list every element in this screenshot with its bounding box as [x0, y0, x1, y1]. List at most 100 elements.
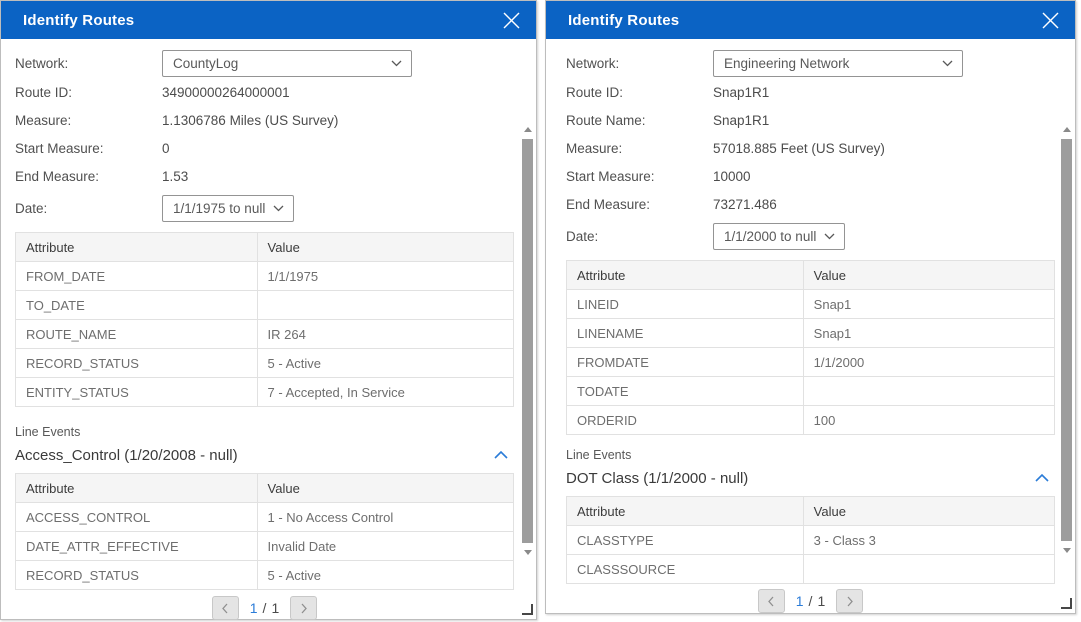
field-label: End Measure:	[15, 169, 162, 184]
attr-cell: CLASSTYPE	[567, 526, 804, 555]
column-header: Value	[803, 497, 1054, 526]
field-value: Snap1R1	[713, 85, 769, 100]
event-group-heading-row[interactable]: Access_Control (1/20/2008 - null)	[15, 444, 514, 466]
event-group-heading: Access_Control (1/20/2008 - null)	[15, 447, 238, 464]
field-label: Route ID:	[566, 85, 713, 100]
chevron-up-icon	[1035, 474, 1049, 482]
value-cell: 1 - No Access Control	[257, 503, 513, 532]
window-header[interactable]: Identify Routes	[1, 1, 536, 39]
chevron-up-icon	[494, 451, 508, 459]
chevron-down-icon	[824, 233, 835, 240]
column-header: Value	[257, 474, 513, 503]
network-select[interactable]: Engineering Network	[713, 50, 963, 77]
scrollbar-up-arrow-icon[interactable]	[524, 127, 532, 132]
scrollbar-thumb[interactable]	[1061, 139, 1072, 541]
next-page-button[interactable]	[836, 589, 863, 613]
collapse-toggle[interactable]	[1035, 474, 1049, 482]
value-cell: 7 - Accepted, In Service	[257, 378, 513, 407]
scrollbar-thumb[interactable]	[522, 139, 533, 543]
column-header: Attribute	[16, 233, 258, 262]
chevron-left-icon	[221, 603, 229, 614]
close-button[interactable]	[501, 10, 521, 30]
attr-cell: ORDERID	[567, 406, 804, 435]
table-row: ENTITY_STATUS 7 - Accepted, In Service	[16, 378, 514, 407]
total-pages: 1	[817, 593, 825, 609]
table-row: LINENAME Snap1	[567, 319, 1055, 348]
scrollbar-down-arrow-icon[interactable]	[524, 550, 532, 555]
table-row: RECORD_STATUS 5 - Active	[16, 561, 514, 590]
window-title: Identify Routes	[23, 12, 501, 29]
network-select[interactable]: CountyLog	[162, 50, 412, 77]
event-group-heading: DOT Class (1/1/2000 - null)	[566, 470, 748, 487]
table-row: FROMDATE 1/1/2000	[567, 348, 1055, 377]
current-page: 1	[796, 593, 804, 609]
panel-content: Network: Engineering Network Route ID: S…	[546, 39, 1055, 613]
column-header: Value	[257, 233, 513, 262]
info-row: Measure: 1.1306786 Miles (US Survey)	[15, 106, 514, 134]
date-select-value: 1/1/2000 to null	[724, 229, 816, 244]
attr-cell: ROUTE_NAME	[16, 320, 258, 349]
column-header: Value	[803, 261, 1054, 290]
route-attribute-table: Attribute Value LINEID Snap1 LINENAME Sn…	[566, 260, 1055, 435]
info-row: End Measure: 1.53	[15, 162, 514, 190]
field-label: Measure:	[566, 141, 713, 156]
network-label: Network:	[566, 56, 713, 71]
table-row: ACCESS_CONTROL 1 - No Access Control	[16, 503, 514, 532]
chevron-right-icon	[846, 596, 854, 607]
value-cell: 5 - Active	[257, 561, 513, 590]
value-cell: 1/1/1975	[257, 262, 513, 291]
prev-page-button[interactable]	[212, 596, 239, 620]
table-header-row: Attribute Value	[567, 497, 1055, 526]
date-select[interactable]: 1/1/1975 to null	[162, 195, 294, 222]
attr-cell: RECORD_STATUS	[16, 349, 258, 378]
date-select-value: 1/1/1975 to null	[173, 201, 265, 216]
collapse-toggle[interactable]	[494, 451, 508, 459]
table-row: DATE_ATTR_EFFECTIVE Invalid Date	[16, 532, 514, 561]
prev-page-button[interactable]	[758, 589, 785, 613]
page-separator: /	[809, 593, 813, 609]
window-header[interactable]: Identify Routes	[546, 1, 1075, 39]
resize-handle-icon[interactable]	[522, 604, 533, 615]
value-cell	[803, 377, 1054, 406]
table-row: TODATE	[567, 377, 1055, 406]
resize-handle-icon[interactable]	[1061, 598, 1072, 609]
attr-cell: RECORD_STATUS	[16, 561, 258, 590]
field-label: End Measure:	[566, 197, 713, 212]
attr-cell: FROM_DATE	[16, 262, 258, 291]
value-cell: Snap1	[803, 319, 1054, 348]
info-row: Route ID: 34900000264000001	[15, 78, 514, 106]
attr-cell: ACCESS_CONTROL	[16, 503, 258, 532]
info-row: Measure: 57018.885 Feet (US Survey)	[566, 134, 1055, 162]
field-value: 34900000264000001	[162, 85, 290, 100]
chevron-down-icon	[273, 205, 284, 212]
page-separator: /	[263, 600, 267, 616]
field-label: Route Name:	[566, 113, 713, 128]
event-group-heading-row[interactable]: DOT Class (1/1/2000 - null)	[566, 467, 1055, 489]
value-cell: Invalid Date	[257, 532, 513, 561]
next-page-button[interactable]	[290, 596, 317, 620]
table-header-row: Attribute Value	[16, 233, 514, 262]
column-header: Attribute	[567, 497, 804, 526]
value-cell: 100	[803, 406, 1054, 435]
attr-cell: LINENAME	[567, 319, 804, 348]
field-value: 1.53	[162, 169, 188, 184]
event-attribute-table: Attribute Value CLASSTYPE 3 - Class 3 CL…	[566, 496, 1055, 584]
date-label: Date:	[15, 201, 162, 216]
column-header: Attribute	[16, 474, 258, 503]
close-button[interactable]	[1040, 10, 1060, 30]
table-row: RECORD_STATUS 5 - Active	[16, 349, 514, 378]
info-row: End Measure: 73271.486	[566, 190, 1055, 218]
network-select-value: CountyLog	[173, 56, 238, 71]
info-row: Start Measure: 0	[15, 134, 514, 162]
table-row: CLASSSOURCE	[567, 555, 1055, 584]
scrollbar-down-arrow-icon[interactable]	[1063, 548, 1071, 553]
field-label: Route ID:	[15, 85, 162, 100]
total-pages: 1	[271, 600, 279, 616]
network-row: Network: CountyLog	[15, 48, 514, 78]
info-row: Route ID: Snap1R1	[566, 78, 1055, 106]
date-row: Date: 1/1/2000 to null	[566, 220, 1055, 252]
close-icon	[503, 12, 520, 29]
scrollbar-up-arrow-icon[interactable]	[1063, 127, 1071, 132]
date-select[interactable]: 1/1/2000 to null	[713, 223, 845, 250]
network-label: Network:	[15, 56, 162, 71]
